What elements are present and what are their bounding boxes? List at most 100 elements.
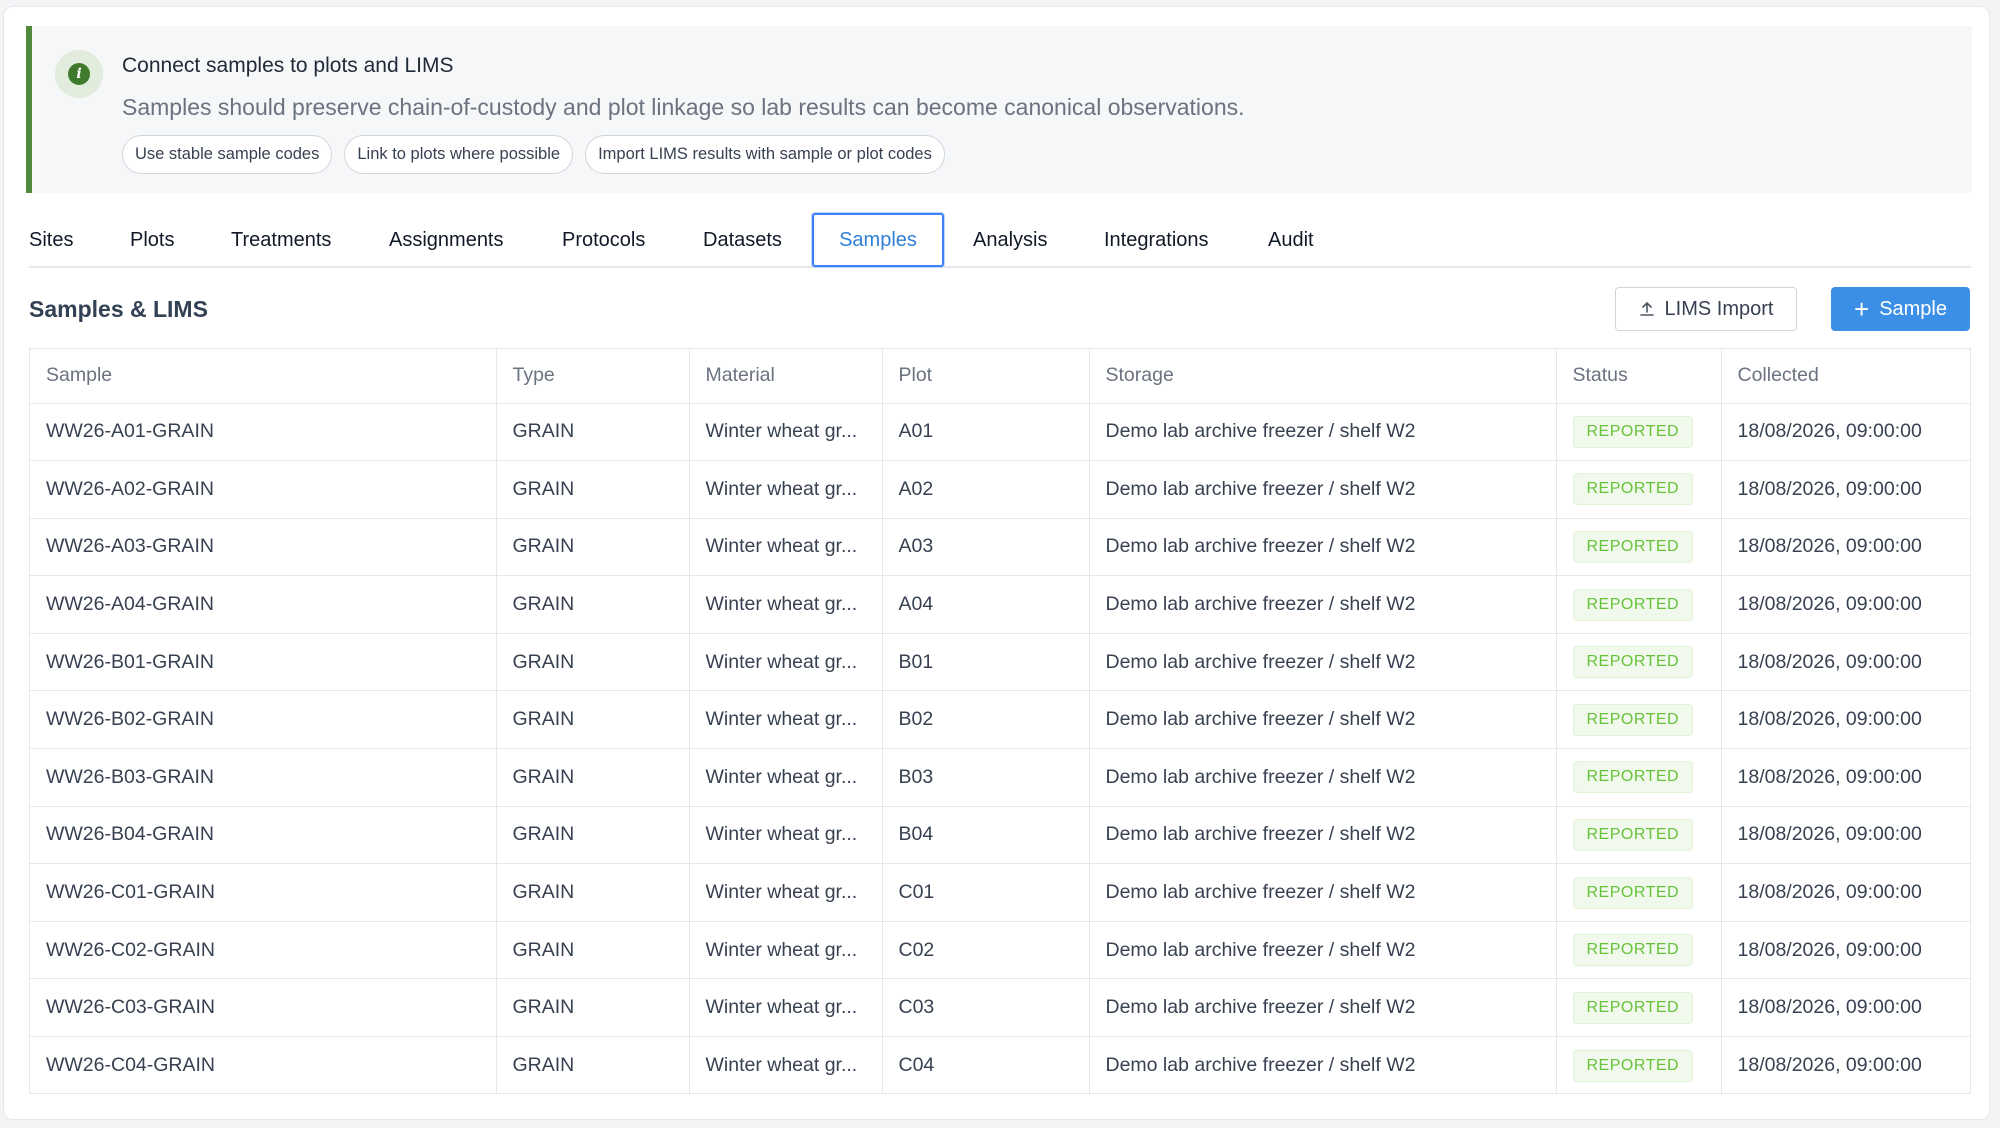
cell-storage: Demo lab archive freezer / shelf W2 — [1089, 806, 1557, 865]
table-row[interactable]: WW26-B02-GRAIN GRAIN Winter wheat gr... B02… — [30, 690, 1970, 750]
column-header-collected[interactable]: Collected — [1721, 349, 1970, 404]
cell-sample: WW26-B01-GRAIN — [30, 633, 497, 692]
status-badge: REPORTED — [1572, 934, 1694, 967]
cell-collected: 18/08/2026, 09:00:00 — [1721, 518, 1970, 577]
lims-import-button[interactable]: LIMS Import — [1615, 287, 1797, 331]
banner-title: Connect samples to plots and LIMS — [122, 54, 454, 77]
cell-material: Winter wheat gr... — [689, 806, 883, 865]
column-header-status[interactable]: Status — [1556, 349, 1722, 404]
tab-audit[interactable]: Audit — [1268, 213, 1314, 267]
cell-plot: A03 — [882, 518, 1090, 577]
table-row[interactable]: WW26-C01-GRAIN GRAIN Winter wheat gr... C01… — [30, 863, 1970, 922]
cell-sample: WW26-C01-GRAIN — [30, 863, 497, 922]
add-sample-label: Sample — [1879, 297, 1947, 320]
table-row[interactable]: WW26-A03-GRAIN GRAIN Winter wheat gr... A03… — [30, 518, 1970, 577]
column-header-type[interactable]: Type — [496, 349, 690, 404]
cell-material: Winter wheat gr... — [689, 748, 883, 807]
cell-collected: 18/08/2026, 09:00:00 — [1721, 633, 1970, 692]
column-header-sample[interactable]: Sample — [30, 349, 497, 404]
cell-material: Winter wheat gr... — [689, 518, 883, 577]
cell-storage: Demo lab archive freezer / shelf W2 — [1089, 921, 1557, 980]
info-icon-wrap: i — [55, 50, 103, 98]
cell-type: GRAIN — [496, 1036, 690, 1095]
cell-sample: WW26-B02-GRAIN — [30, 690, 497, 750]
column-header-plot[interactable]: Plot — [882, 349, 1090, 404]
plus-icon: + — [1854, 294, 1870, 324]
status-badge: REPORTED — [1572, 761, 1694, 794]
cell-storage: Demo lab archive freezer / shelf W2 — [1089, 518, 1557, 577]
cell-type: GRAIN — [496, 806, 690, 865]
status-badge: REPORTED — [1572, 415, 1694, 448]
banner-description: Samples should preserve chain-of-custody… — [122, 94, 1245, 120]
cell-sample: WW26-B04-GRAIN — [30, 806, 497, 865]
tab-samples[interactable]: Samples — [812, 213, 944, 267]
cell-collected: 18/08/2026, 09:00:00 — [1721, 748, 1970, 807]
cell-sample: WW26-A03-GRAIN — [30, 518, 497, 577]
tab-bar: Sites Plots Treatments Assignments Proto… — [29, 211, 1971, 268]
cell-plot: C03 — [882, 978, 1090, 1038]
cell-plot: B04 — [882, 806, 1090, 865]
samples-table: Sample Type Material Plot Storage Status… — [29, 348, 1971, 1095]
table-row[interactable]: WW26-A04-GRAIN GRAIN Winter wheat gr... A04… — [30, 575, 1970, 634]
add-sample-button[interactable]: + Sample — [1831, 287, 1970, 331]
banner-chips: Use stable sample codes Link to plots wh… — [122, 135, 945, 174]
cell-status: REPORTED — [1556, 921, 1722, 980]
table-row[interactable]: WW26-C02-GRAIN GRAIN Winter wheat gr... C02… — [30, 921, 1970, 980]
status-badge: REPORTED — [1572, 1049, 1694, 1082]
cell-type: GRAIN — [496, 633, 690, 692]
cell-status: REPORTED — [1556, 1036, 1722, 1095]
table-row[interactable]: WW26-A02-GRAIN GRAIN Winter wheat gr... A02… — [30, 460, 1970, 519]
cell-material: Winter wheat gr... — [689, 690, 883, 750]
tab-integrations[interactable]: Integrations — [1104, 213, 1209, 267]
tab-datasets[interactable]: Datasets — [703, 213, 782, 267]
cell-storage: Demo lab archive freezer / shelf W2 — [1089, 633, 1557, 692]
status-badge: REPORTED — [1572, 876, 1694, 909]
tab-analysis[interactable]: Analysis — [973, 213, 1047, 267]
cell-storage: Demo lab archive freezer / shelf W2 — [1089, 690, 1557, 750]
cell-type: GRAIN — [496, 921, 690, 980]
cell-material: Winter wheat gr... — [689, 403, 883, 462]
column-header-material[interactable]: Material — [689, 349, 883, 404]
cell-material: Winter wheat gr... — [689, 460, 883, 519]
table-row[interactable]: WW26-B01-GRAIN GRAIN Winter wheat gr... B01… — [30, 633, 1970, 692]
chip-import-lims: Import LIMS results with sample or plot … — [585, 135, 945, 174]
cell-status: REPORTED — [1556, 518, 1722, 577]
table-row[interactable]: WW26-C04-GRAIN GRAIN Winter wheat gr... C04… — [30, 1036, 1970, 1095]
table-row[interactable]: WW26-B03-GRAIN GRAIN Winter wheat gr... B03… — [30, 748, 1970, 807]
cell-material: Winter wheat gr... — [689, 633, 883, 692]
table-row[interactable]: WW26-A01-GRAIN GRAIN Winter wheat gr... A01… — [30, 403, 1970, 462]
tab-assignments[interactable]: Assignments — [389, 213, 504, 267]
cell-status: REPORTED — [1556, 863, 1722, 922]
tab-sites[interactable]: Sites — [29, 213, 73, 267]
cell-sample: WW26-C03-GRAIN — [30, 978, 497, 1038]
chip-stable-codes: Use stable sample codes — [122, 135, 333, 174]
cell-collected: 18/08/2026, 09:00:00 — [1737, 1054, 1922, 1077]
cell-status: REPORTED — [1556, 806, 1722, 865]
tab-protocols[interactable]: Protocols — [562, 213, 645, 267]
column-header-storage[interactable]: Storage — [1089, 349, 1557, 404]
cell-collected: 18/08/2026, 09:00:00 — [1721, 863, 1970, 922]
cell-plot: B03 — [882, 748, 1090, 807]
cell-status: REPORTED — [1556, 575, 1722, 634]
cell-material: Winter wheat gr... — [689, 863, 883, 922]
cell-plot: C02 — [882, 921, 1090, 980]
cell-status: REPORTED — [1556, 403, 1722, 462]
cell-collected: 18/08/2026, 09:00:00 — [1721, 690, 1970, 750]
cell-material: Winter wheat gr... — [689, 978, 883, 1038]
status-badge: REPORTED — [1572, 473, 1694, 506]
cell-plot: B01 — [882, 633, 1090, 692]
table-row[interactable]: WW26-B04-GRAIN GRAIN Winter wheat gr... B04… — [30, 806, 1970, 865]
info-icon: i — [68, 63, 90, 85]
tab-treatments[interactable]: Treatments — [231, 213, 331, 267]
cell-plot: C04 — [882, 1036, 1090, 1095]
cell-storage: Demo lab archive freezer / shelf W2 — [1089, 575, 1557, 634]
cell-collected: 18/08/2026, 09:00:00 — [1721, 978, 1970, 1038]
table-row[interactable]: WW26-C03-GRAIN GRAIN Winter wheat gr... C03… — [30, 978, 1970, 1038]
cell-type: GRAIN — [496, 518, 690, 577]
cell-collected: 18/08/2026, 09:00:00 — [1721, 575, 1970, 634]
cell-sample: WW26-A01-GRAIN — [30, 403, 497, 462]
tab-plots[interactable]: Plots — [130, 213, 174, 267]
chip-link-plots: Link to plots where possible — [344, 135, 574, 174]
cell-type: GRAIN — [496, 978, 690, 1038]
cell-storage: Demo lab archive freezer / shelf W2 — [1089, 748, 1557, 807]
